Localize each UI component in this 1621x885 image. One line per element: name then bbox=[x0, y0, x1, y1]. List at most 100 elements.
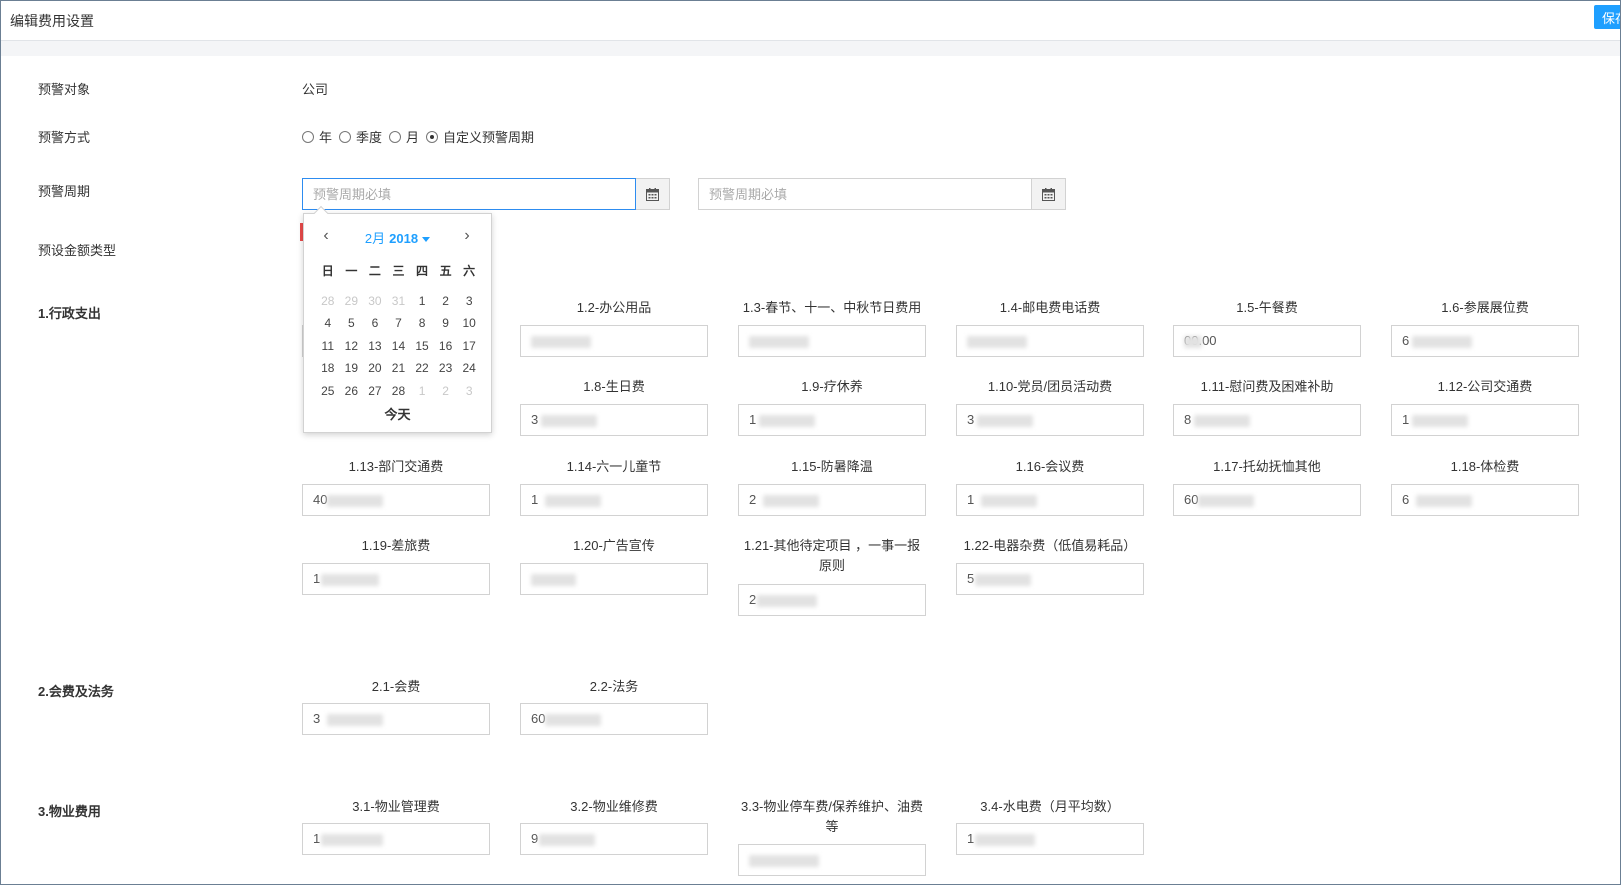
calendar-day[interactable]: 8 bbox=[410, 312, 434, 334]
radio-year-label[interactable]: 年 bbox=[319, 127, 332, 146]
calendar-day[interactable]: 7 bbox=[387, 312, 411, 334]
radio-month-label[interactable]: 月 bbox=[406, 127, 419, 146]
title-bar: 编辑费用设置 保存 bbox=[1, 1, 1620, 41]
fee-amount-input[interactable]: 6 bbox=[1391, 484, 1579, 516]
fee-amount-input[interactable]: 1 bbox=[302, 563, 490, 595]
fee-item-label: 1.2-办公用品 bbox=[576, 300, 652, 315]
fee-amount-value: 3 bbox=[313, 711, 321, 726]
fee-amount-input[interactable]: 3 bbox=[956, 404, 1144, 436]
calendar-day[interactable]: 6 bbox=[363, 312, 387, 334]
redacted-value-blur bbox=[749, 336, 809, 348]
save-button[interactable]: 保存 bbox=[1594, 5, 1620, 29]
fee-amount-input[interactable]: 1 bbox=[520, 484, 708, 516]
calendar-day[interactable]: 3 bbox=[457, 290, 481, 312]
fee-amount-input[interactable]: 60 bbox=[520, 703, 708, 735]
fee-amount-input[interactable]: 3 bbox=[302, 703, 490, 735]
fee-amount-value: 5 bbox=[967, 571, 975, 586]
calendar-month[interactable]: 2月 bbox=[365, 231, 385, 246]
fee-amount-input[interactable] bbox=[738, 325, 926, 357]
fee-amount-input[interactable]: 60 bbox=[1173, 484, 1361, 516]
calendar-day[interactable]: 5 bbox=[340, 312, 364, 334]
fee-amount-input[interactable]: 1 bbox=[1391, 404, 1579, 436]
period-end-input[interactable] bbox=[698, 178, 1032, 210]
calendar-day[interactable]: 24 bbox=[457, 357, 481, 379]
fee-amount-input[interactable] bbox=[956, 325, 1144, 357]
period-end-calendar-button[interactable] bbox=[1032, 178, 1066, 210]
fee-amount-value: 6 bbox=[1402, 333, 1410, 348]
calendar-day[interactable]: 11 bbox=[316, 335, 340, 357]
calendar-day[interactable]: 14 bbox=[387, 335, 411, 357]
fee-amount-input[interactable]: 5 bbox=[956, 563, 1144, 595]
calendar-day[interactable]: 27 bbox=[363, 380, 387, 402]
calendar-year[interactable]: 2018 bbox=[389, 231, 418, 246]
fee-amount-input[interactable] bbox=[520, 325, 708, 357]
fee-amount-input[interactable]: 2 bbox=[738, 484, 926, 516]
weekday-header: 二 bbox=[368, 264, 381, 278]
radio-custom-period-label[interactable]: 自定义预警周期 bbox=[443, 127, 534, 146]
fee-amount-input[interactable]: 3 bbox=[520, 404, 708, 436]
calendar-day[interactable]: 30 bbox=[363, 290, 387, 312]
calendar-day[interactable]: 1 bbox=[410, 380, 434, 402]
redacted-value-blur bbox=[531, 574, 576, 586]
fee-amount-value: 60 bbox=[1184, 492, 1199, 507]
fee-amount-input[interactable]: 8 bbox=[1173, 404, 1361, 436]
calendar-day[interactable]: 4 bbox=[316, 312, 340, 334]
calendar-day[interactable]: 13 bbox=[363, 335, 387, 357]
calendar-day[interactable]: 17 bbox=[457, 335, 481, 357]
redacted-value-blur bbox=[1184, 336, 1202, 348]
calendar-icon bbox=[646, 187, 659, 201]
fee-item-label: 3.4-水电费（月平均数） bbox=[980, 799, 1120, 814]
fee-amount-input[interactable]: 1 bbox=[738, 404, 926, 436]
calendar-day[interactable]: 28 bbox=[316, 290, 340, 312]
redacted-value-blur bbox=[541, 415, 597, 427]
weekday-header: 日 bbox=[321, 264, 334, 278]
calendar-day[interactable]: 23 bbox=[434, 357, 458, 379]
calendar-day[interactable]: 20 bbox=[363, 357, 387, 379]
calendar-day[interactable]: 29 bbox=[340, 290, 364, 312]
calendar-day[interactable]: 19 bbox=[340, 357, 364, 379]
next-month-button[interactable]: › bbox=[459, 227, 475, 245]
calendar-day[interactable]: 31 bbox=[387, 290, 411, 312]
calendar-day[interactable]: 10 bbox=[457, 312, 481, 334]
fee-amount-input[interactable]: 1 bbox=[956, 484, 1144, 516]
fee-item-label: 1.20-广告宣传 bbox=[573, 538, 655, 553]
radio-month[interactable] bbox=[389, 130, 402, 143]
calendar-day[interactable]: 3 bbox=[457, 380, 481, 402]
period-start-calendar-button[interactable] bbox=[636, 178, 670, 210]
fee-amount-input[interactable]: 6 bbox=[1391, 325, 1579, 357]
fee-amount-input[interactable]: 40 bbox=[302, 484, 490, 516]
fee-amount-input[interactable]: 9 bbox=[520, 823, 708, 855]
radio-year[interactable] bbox=[302, 130, 314, 143]
fee-amount-input[interactable] bbox=[520, 563, 708, 595]
redacted-value-blur bbox=[759, 415, 815, 427]
fee-amount-value: 1 bbox=[1402, 412, 1410, 427]
today-button[interactable]: 今天 bbox=[304, 404, 491, 423]
calendar-day[interactable]: 22 bbox=[410, 357, 434, 379]
fee-item-label: 1.17-托幼抚恤其他 bbox=[1213, 459, 1321, 474]
fee-amount-input[interactable]: 00.00 bbox=[1173, 325, 1361, 357]
calendar-day[interactable]: 28 bbox=[387, 380, 411, 402]
radio-quarter-label[interactable]: 季度 bbox=[356, 127, 382, 146]
calendar-day[interactable]: 25 bbox=[316, 380, 340, 402]
calendar-day[interactable]: 2 bbox=[434, 380, 458, 402]
redacted-value-blur bbox=[763, 495, 819, 507]
caret-down-icon[interactable] bbox=[422, 237, 431, 243]
calendar-day[interactable]: 12 bbox=[340, 335, 364, 357]
fee-amount-input[interactable]: 1 bbox=[956, 823, 1144, 855]
calendar-day[interactable]: 18 bbox=[316, 357, 340, 379]
fee-amount-input[interactable] bbox=[738, 844, 926, 876]
calendar-day[interactable]: 1 bbox=[410, 290, 434, 312]
calendar-day[interactable]: 21 bbox=[387, 357, 411, 379]
warning-target-label: 预警对象 bbox=[38, 82, 91, 97]
calendar-day[interactable]: 9 bbox=[434, 312, 458, 334]
calendar-day[interactable]: 2 bbox=[434, 290, 458, 312]
period-start-input[interactable] bbox=[302, 178, 636, 210]
radio-quarter[interactable] bbox=[339, 130, 352, 143]
calendar-day[interactable]: 26 bbox=[340, 380, 364, 402]
calendar-day[interactable]: 15 bbox=[410, 335, 434, 357]
fee-amount-input[interactable]: 1 bbox=[302, 823, 490, 855]
redacted-value-blur bbox=[981, 495, 1037, 507]
radio-custom-period[interactable] bbox=[426, 130, 439, 143]
calendar-day[interactable]: 16 bbox=[434, 335, 458, 357]
fee-amount-input[interactable]: 2 bbox=[738, 584, 926, 616]
